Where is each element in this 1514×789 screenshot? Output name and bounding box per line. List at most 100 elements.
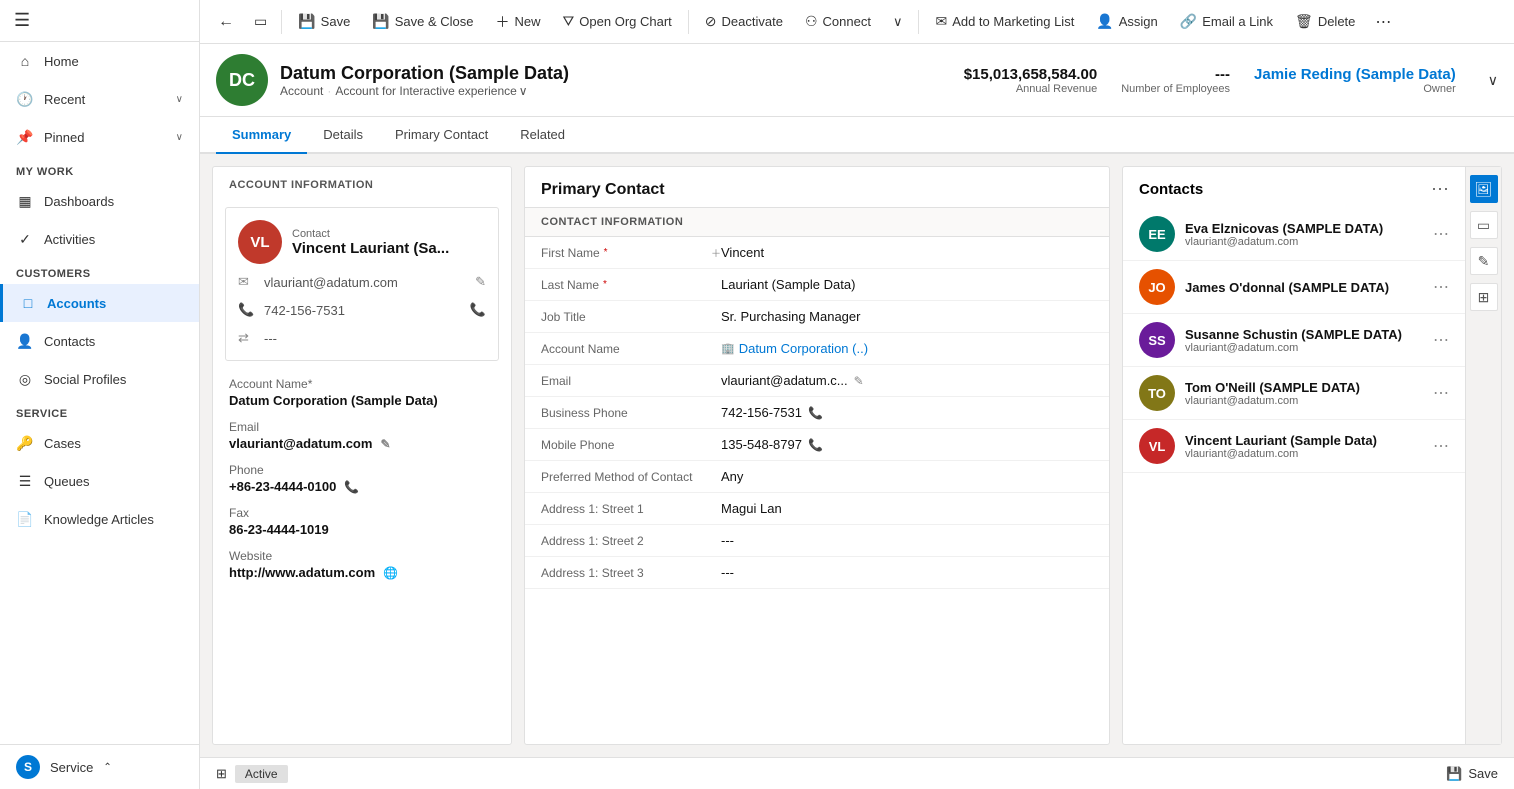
- preferred-contact-row: Preferred Method of Contact Any: [525, 461, 1109, 493]
- required-marker: *: [603, 279, 607, 290]
- more-button[interactable]: ∨: [883, 8, 913, 36]
- sidebar-item-home[interactable]: ⌂ Home: [0, 42, 199, 80]
- list-item-more-icon[interactable]: ⋯: [1433, 436, 1449, 456]
- delete-button[interactable]: 🗑 Delete: [1285, 7, 1365, 36]
- hamburger-icon[interactable]: ☰: [14, 10, 30, 30]
- sidebar-item-cases[interactable]: 🔑 Cases: [0, 424, 199, 462]
- accounts-icon: □: [19, 294, 37, 312]
- firstname-value: Vincent: [721, 245, 1093, 260]
- sidebar-item-contacts[interactable]: 👤 Contacts: [0, 322, 199, 360]
- table-tool-icon[interactable]: ⊞: [1470, 283, 1498, 311]
- sidebar-bottom: S Service ⌃: [0, 744, 199, 789]
- new-button[interactable]: ＋ New: [486, 6, 551, 38]
- email-action-icon[interactable]: ✎: [475, 274, 486, 290]
- sidebar-item-label: Home: [44, 54, 183, 69]
- sidebar-item-activities[interactable]: ✓ Activities: [0, 220, 199, 258]
- expand-icon[interactable]: ⊞: [216, 766, 227, 782]
- sidebar-header: ☰: [0, 0, 199, 42]
- sidebar-item-label: Accounts: [47, 296, 183, 311]
- connect-button[interactable]: ⚇ Connect: [795, 7, 881, 36]
- contacts-more-icon[interactable]: ⋯: [1431, 179, 1449, 200]
- email-link-button[interactable]: 🔗 Email a Link: [1170, 7, 1283, 36]
- service-section: Service: [0, 398, 199, 424]
- phone-call-icon[interactable]: 📞: [808, 406, 823, 420]
- right-sidebar-tools: 🖼 ▭ ✎ ⊞: [1465, 167, 1501, 744]
- contact-list-name[interactable]: James O'donnal (SAMPLE DATA): [1185, 280, 1423, 295]
- deactivate-button[interactable]: ⊘ Deactivate: [695, 7, 793, 36]
- account-link[interactable]: 🏢 Datum Corporation (..): [721, 341, 868, 356]
- sidebar-item-recent[interactable]: 🕐 Recent ∨: [0, 80, 199, 118]
- my-work-section: My Work: [0, 156, 199, 182]
- entity-meta: $15,013,658,584.00 Annual Revenue --- Nu…: [964, 66, 1498, 95]
- employees-value: ---: [1121, 66, 1230, 83]
- marketing-list-button[interactable]: ✉ Add to Marketing List: [925, 7, 1084, 36]
- save-button[interactable]: 💾 Save: [288, 7, 360, 36]
- email-link-icon: 🔗: [1180, 13, 1197, 30]
- contact-phone-row: 📞 742-156-7531 📞: [238, 300, 486, 320]
- bizphone-row: Business Phone 742-156-7531 📞: [525, 397, 1109, 429]
- jobtitle-label: Job Title: [541, 310, 721, 324]
- tab-primary-contact[interactable]: Primary Contact: [379, 117, 504, 154]
- entity-experience-dropdown[interactable]: Account for Interactive experience ∨: [335, 84, 527, 98]
- mobile-call-icon[interactable]: 📞: [808, 438, 823, 452]
- contact-list-name[interactable]: Tom O'Neill (SAMPLE DATA): [1185, 380, 1423, 395]
- contact-list-name[interactable]: Susanne Schustin (SAMPLE DATA): [1185, 327, 1423, 342]
- bottom-save-button[interactable]: 💾 Save: [1446, 766, 1498, 782]
- account-phone-field: Phone +86-23-4444-0100 📞: [229, 463, 495, 494]
- entity-title-area: Datum Corporation (Sample Data) Account …: [280, 63, 952, 98]
- sidebar-item-pinned[interactable]: 📌 Pinned ∨: [0, 118, 199, 156]
- overflow-button[interactable]: ⋯: [1367, 6, 1399, 38]
- owner-value[interactable]: Jamie Reding (Sample Data): [1254, 66, 1456, 83]
- list-item-more-icon[interactable]: ⋯: [1433, 277, 1449, 297]
- account-name-label: Account Name*: [229, 377, 495, 391]
- contacts-panel: Contacts ⋯ EE Eva Elznicovas (SAMPLE DAT…: [1122, 166, 1502, 745]
- image-tool-icon[interactable]: 🖼: [1470, 175, 1498, 203]
- email-copy-icon[interactable]: ✎: [854, 374, 864, 388]
- org-chart-button[interactable]: ⛛ Open Org Chart: [553, 7, 682, 36]
- save-close-button[interactable]: 💾 Save & Close: [362, 7, 483, 36]
- firstname-row: First Name * ＋ Vincent: [525, 237, 1109, 269]
- list-item-more-icon[interactable]: ⋯: [1433, 224, 1449, 244]
- toolbar-separator-2: [688, 10, 689, 34]
- tab-related[interactable]: Related: [504, 117, 581, 154]
- save-icon: 💾: [298, 13, 315, 30]
- cases-icon: 🔑: [16, 434, 34, 452]
- contact-list-name[interactable]: Vincent Lauriant (Sample Data): [1185, 433, 1423, 448]
- chevron-down-icon: ∨: [893, 14, 903, 30]
- list-tool-icon[interactable]: ▭: [1470, 211, 1498, 239]
- account-phone-value: +86-23-4444-0100 📞: [229, 479, 495, 494]
- back-button[interactable]: ←: [208, 7, 244, 37]
- sidebar-item-accounts[interactable]: □ Accounts: [0, 284, 199, 322]
- contact-name: Vincent Lauriant (Sa...: [292, 240, 449, 257]
- phone-action-icon[interactable]: 📞: [470, 302, 486, 318]
- street1-label: Address 1: Street 1: [541, 502, 721, 516]
- customers-section: Customers: [0, 258, 199, 284]
- phone-call-icon[interactable]: 📞: [344, 480, 359, 494]
- entity-meta-chevron-icon[interactable]: ∨: [1488, 72, 1498, 89]
- tab-summary[interactable]: Summary: [216, 117, 307, 154]
- assign-button[interactable]: 👤 Assign: [1086, 7, 1167, 36]
- sidebar-item-queues[interactable]: ☰ Queues: [0, 462, 199, 500]
- contact-type-label: Contact: [292, 228, 449, 240]
- content-area: ACCOUNT INFORMATION VL Contact Vincent L…: [200, 154, 1514, 757]
- street1-value: Magui Lan: [721, 501, 1093, 516]
- mobilephone-row: Mobile Phone 135-548-8797 📞: [525, 429, 1109, 461]
- street3-value: ---: [721, 565, 1093, 580]
- tab-details[interactable]: Details: [307, 117, 379, 154]
- sidebar-item-social-profiles[interactable]: ◎ Social Profiles: [0, 360, 199, 398]
- account-website-field: Website http://www.adatum.com 🌐: [229, 549, 495, 580]
- list-item-more-icon[interactable]: ⋯: [1433, 330, 1449, 350]
- edit-tool-icon[interactable]: ✎: [1470, 247, 1498, 275]
- sidebar-item-dashboards[interactable]: ▦ Dashboards: [0, 182, 199, 220]
- list-item-more-icon[interactable]: ⋯: [1433, 383, 1449, 403]
- contact-phone: 742-156-7531: [264, 303, 462, 318]
- sidebar-item-knowledge[interactable]: 📄 Knowledge Articles: [0, 500, 199, 538]
- view-button[interactable]: ▭: [246, 7, 275, 36]
- email-edit-icon[interactable]: ✎: [380, 437, 390, 451]
- sidebar-bottom-service[interactable]: S Service ⌃: [0, 745, 199, 789]
- website-icon[interactable]: 🌐: [383, 566, 398, 580]
- contact-list-name[interactable]: Eva Elznicovas (SAMPLE DATA): [1185, 221, 1423, 236]
- add-icon[interactable]: ＋: [711, 245, 721, 260]
- contact-email-row: ✉ vlauriant@adatum.com ✎: [238, 272, 486, 292]
- account-email-field: Email vlauriant@adatum.com ✎: [229, 420, 495, 451]
